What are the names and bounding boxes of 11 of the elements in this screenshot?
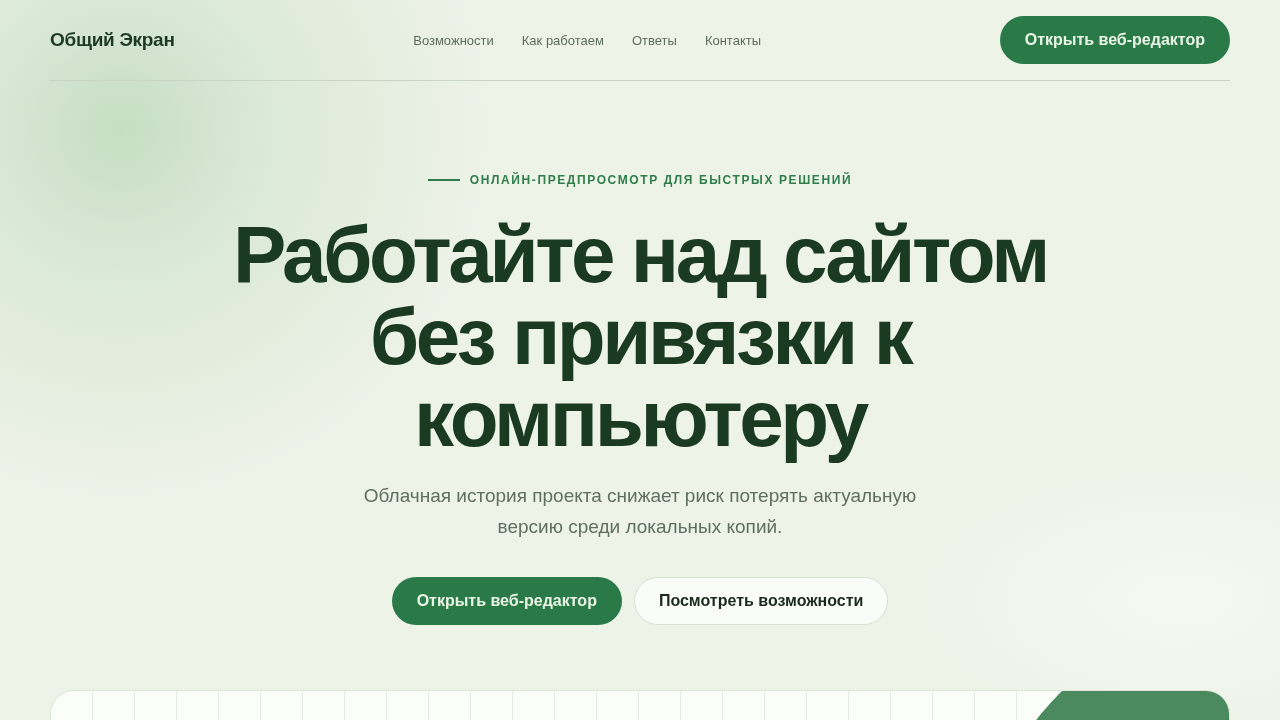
site-logo[interactable]: Общий Экран [50, 29, 175, 51]
eyebrow-rule [427, 179, 460, 181]
nav-link[interactable]: Контакты [704, 32, 762, 48]
nav-link[interactable]: Как работаем [521, 32, 604, 48]
eyebrow-text: ОНЛАЙН-ПРЕДПРОСМОТР ДЛЯ БЫСТРЫХ РЕШЕНИЙ [469, 173, 853, 187]
nav-link[interactable]: Ответы [631, 32, 677, 48]
features-button[interactable]: Посмотреть возможности [633, 577, 889, 625]
open-editor-button[interactable]: Открыть веб-редактор [391, 577, 622, 625]
open-editor-button[interactable]: Открыть веб-редактор [999, 16, 1230, 64]
nav-link[interactable]: Возможности [413, 32, 494, 48]
hero-subtitle: Облачная история проекта снижает риск потерять актуальную версию среди локальных копий. [362, 484, 918, 539]
